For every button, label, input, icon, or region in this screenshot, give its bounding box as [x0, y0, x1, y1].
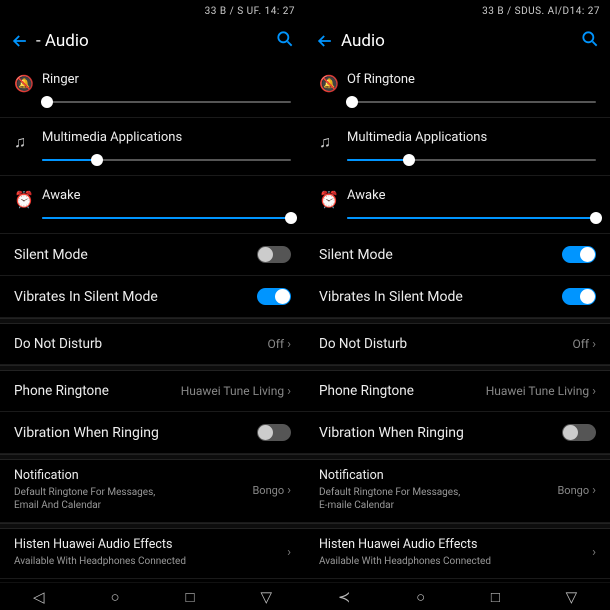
nav-button[interactable]: ▽ — [260, 588, 272, 606]
vibration-ringing-toggle[interactable] — [562, 424, 596, 441]
search-icon[interactable] — [275, 29, 295, 53]
chevron-right-icon: › — [592, 337, 596, 352]
search-icon[interactable] — [580, 29, 600, 53]
chevron-right-icon: › — [592, 483, 596, 498]
header: - Audio — [0, 22, 305, 60]
chevron-right-icon: › — [287, 384, 291, 399]
notification-row[interactable]: Notification Default Ringtone For Messag… — [0, 460, 305, 523]
slider-label: Awake — [42, 188, 291, 203]
status-bar: 33 B / S UF. 14: 27 — [0, 0, 305, 22]
volume-slider[interactable] — [42, 93, 291, 111]
notification-row[interactable]: Notification Default Ringtone For Messag… — [305, 460, 610, 523]
back-button[interactable] — [10, 31, 30, 51]
nav-button[interactable]: □ — [185, 588, 194, 606]
slider-label: Multimedia Applications — [42, 130, 291, 145]
vibration-ringing-row[interactable]: Vibration When Ringing — [305, 412, 610, 454]
vibration-ringing-row[interactable]: Vibration When Ringing — [0, 412, 305, 454]
dnd-row[interactable]: Do Not Disturb Off› — [0, 324, 305, 365]
slider-label: Of Ringtone — [347, 72, 596, 87]
chevron-right-icon: › — [592, 384, 596, 399]
vibrate-silent-toggle[interactable] — [257, 288, 291, 305]
chevron-right-icon: › — [287, 483, 291, 498]
huawei-audio-row[interactable]: Histen Huawei Audio Effects Available Wi… — [305, 529, 610, 579]
slider-icon: ♫ — [14, 130, 42, 152]
dnd-row[interactable]: Do Not Disturb Off› — [305, 324, 610, 365]
slider-label: Ringer — [42, 72, 291, 87]
volume-slider[interactable] — [42, 209, 291, 227]
chevron-right-icon: › — [287, 337, 291, 352]
silent-mode-row[interactable]: Silent Mode — [0, 234, 305, 276]
slider-icon: ⏰ — [319, 188, 347, 209]
chevron-right-icon: › — [592, 545, 596, 560]
nav-button[interactable]: ▽ — [566, 588, 578, 606]
header: Audio — [305, 22, 610, 60]
vibrate-silent-row[interactable]: Vibrates In Silent Mode — [305, 276, 610, 318]
nav-bar: ◁ ○ □ ▽ — [0, 582, 305, 610]
nav-bar: ≺ ○ □ ▽ — [305, 582, 610, 610]
page-title: - Audio — [36, 31, 89, 51]
vibrate-silent-toggle[interactable] — [562, 288, 596, 305]
volume-slider[interactable] — [347, 151, 596, 169]
chevron-right-icon: › — [287, 545, 291, 560]
phone-ringtone-row[interactable]: Phone Ringtone Huawei Tune Living› — [0, 371, 305, 412]
back-button[interactable] — [315, 31, 335, 51]
silent-mode-toggle[interactable] — [257, 246, 291, 263]
volume-slider[interactable] — [347, 209, 596, 227]
nav-button[interactable]: ≺ — [338, 588, 351, 606]
phone-ringtone-row[interactable]: Phone Ringtone Huawei Tune Living› — [305, 371, 610, 412]
volume-slider[interactable] — [347, 93, 596, 111]
page-title: Audio — [341, 31, 385, 51]
volume-slider[interactable] — [42, 151, 291, 169]
nav-button[interactable]: ○ — [110, 588, 119, 606]
slider-icon: ⏰ — [14, 188, 42, 209]
huawei-audio-row[interactable]: Histen Huawei Audio Effects Available Wi… — [0, 529, 305, 579]
nav-button[interactable]: ○ — [416, 588, 425, 606]
nav-button[interactable]: ◁ — [33, 588, 45, 606]
slider-label: Multimedia Applications — [347, 130, 596, 145]
nav-button[interactable]: □ — [491, 588, 500, 606]
vibrate-silent-row[interactable]: Vibrates In Silent Mode — [0, 276, 305, 318]
vibration-ringing-toggle[interactable] — [257, 424, 291, 441]
silent-mode-toggle[interactable] — [562, 246, 596, 263]
status-bar: 33 B / SDUS. AI/D14: 27 — [305, 0, 610, 22]
silent-mode-row[interactable]: Silent Mode — [305, 234, 610, 276]
slider-label: Awake — [347, 188, 596, 203]
slider-icon: ♫ — [319, 130, 347, 152]
slider-icon: 🔕 — [14, 72, 42, 93]
slider-icon: 🔕 — [319, 72, 347, 93]
